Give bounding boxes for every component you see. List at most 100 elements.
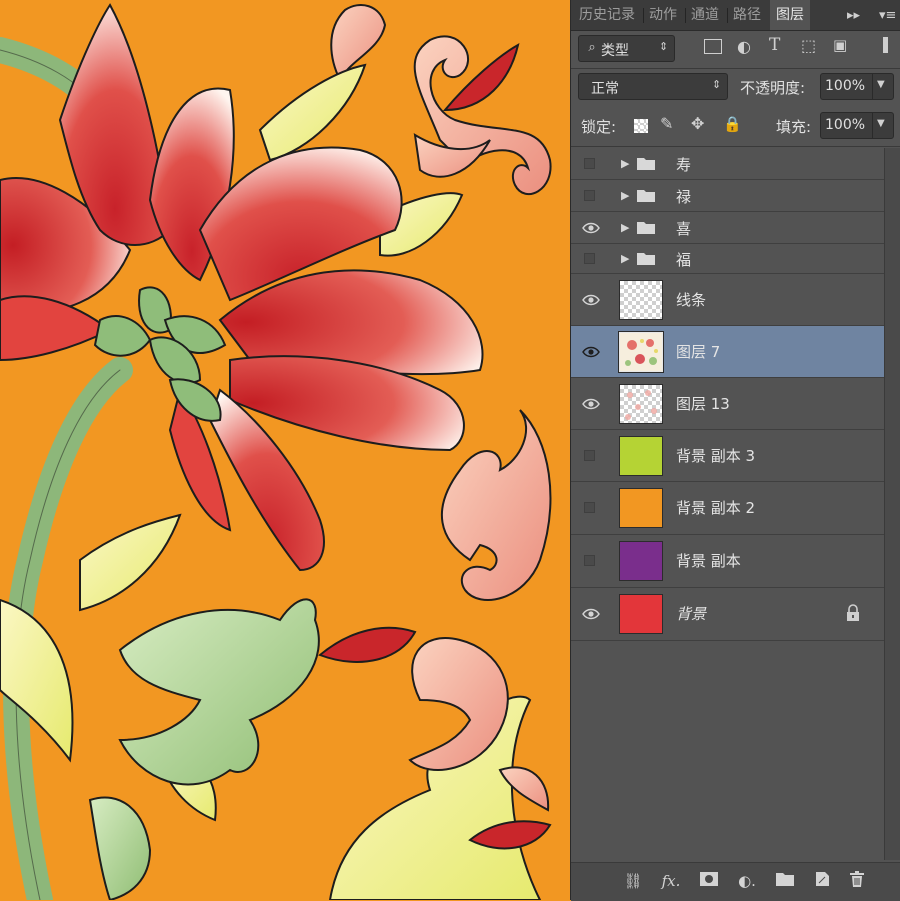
layer-name: 福 (676, 251, 692, 269)
layer-name: 禄 (676, 188, 692, 206)
layer-name: 图层 7 (676, 343, 721, 361)
fill-input[interactable]: 100% (820, 112, 873, 139)
fill-label: 填充: (776, 118, 812, 136)
artwork-thumbnail-icon (620, 333, 662, 371)
document-canvas[interactable] (0, 0, 570, 900)
disclosure-triangle-icon[interactable]: ▶ (621, 252, 629, 265)
fill-value: 100% (825, 117, 866, 133)
adjustment-icon[interactable]: ◐. (736, 871, 758, 891)
visibility-toggle[interactable] (582, 155, 600, 173)
opacity-dropdown-button[interactable]: ▼ (872, 73, 894, 100)
chevron-updown-icon: ⇕ (712, 78, 722, 91)
mask-icon[interactable] (698, 871, 720, 891)
lock-label: 锁定: (581, 118, 617, 136)
disclosure-triangle-icon[interactable]: ▶ (621, 157, 629, 170)
filter-kind-select[interactable]: ⌕ 类型 ⇕ (578, 35, 675, 62)
adjustment-filter-icon[interactable]: ◐ (737, 37, 751, 56)
lock-all-icon[interactable]: 🔒 (723, 115, 742, 133)
layer-row[interactable]: 背景 副本 (571, 535, 884, 588)
fill-dropdown-button[interactable]: ▼ (872, 112, 894, 139)
layer-thumbnail[interactable] (619, 384, 663, 424)
layer-row-background[interactable]: 背景 (571, 588, 884, 641)
visibility-toggle[interactable] (582, 447, 600, 465)
layer-group-row[interactable]: ▶ 喜 (571, 212, 884, 244)
lock-image-pixels-icon[interactable]: ✎ (660, 114, 673, 133)
blend-mode-select[interactable]: 正常 ⇕ (578, 73, 728, 100)
layer-row-selected[interactable]: 图层 7 (571, 326, 884, 378)
tab-paths[interactable]: 路径 (733, 0, 761, 30)
layers-scrollbar[interactable] (884, 148, 900, 860)
filter-toggle-icon[interactable] (883, 37, 891, 53)
tab-divider (727, 8, 728, 23)
panel-menu-icon[interactable]: ▾≡ (879, 0, 896, 31)
visibility-toggle[interactable] (582, 187, 600, 205)
eye-icon[interactable] (582, 395, 600, 413)
fx-icon[interactable]: fx. (660, 871, 682, 891)
layer-group-row[interactable]: ▶ 寿 (571, 148, 884, 180)
lock-position-icon[interactable]: ✥ (691, 114, 704, 133)
layer-thumbnail[interactable] (619, 280, 663, 320)
tab-layers[interactable]: 图层 (770, 0, 810, 30)
layer-thumbnail[interactable] (618, 331, 664, 373)
link-icon[interactable]: ⛓ (622, 871, 644, 891)
tab-history[interactable]: 历史记录 (579, 0, 635, 30)
search-icon: ⌕ (588, 40, 596, 55)
layer-group-row[interactable]: ▶ 禄 (571, 180, 884, 212)
layer-row[interactable]: 线条 (571, 274, 884, 326)
chevron-down-icon: ▼ (877, 118, 885, 129)
pink-scroll-middle (408, 409, 552, 812)
type-filter-icon[interactable]: T (769, 35, 780, 55)
filter-kind-label: 类型 (601, 43, 629, 59)
red-leaf-middle (318, 626, 417, 663)
layer-thumbnail[interactable] (619, 436, 663, 476)
smart-object-filter-icon[interactable]: ▣ (833, 36, 847, 54)
layer-group-row[interactable]: ▶ 福 (571, 244, 884, 274)
layer-name: 背景 副本 2 (676, 499, 756, 517)
floral-artwork (0, 3, 552, 900)
layer-row[interactable]: 图层 13 (571, 378, 884, 430)
layer-row[interactable]: 背景 副本 2 (571, 482, 884, 535)
blend-mode-value: 正常 (591, 81, 619, 97)
divider (571, 146, 900, 147)
layer-name: 线条 (676, 291, 707, 309)
new-layer-icon[interactable] (811, 871, 833, 891)
folder-icon (637, 221, 655, 234)
visibility-off-box (584, 450, 595, 461)
tab-channels[interactable]: 通道 (691, 0, 719, 30)
disclosure-triangle-icon[interactable]: ▶ (621, 221, 629, 234)
visibility-toggle[interactable] (582, 250, 600, 268)
folder-icon[interactable] (774, 871, 796, 891)
lock-icon (846, 604, 860, 622)
layer-thumbnail[interactable] (619, 488, 663, 528)
lock-row: 锁定: ✎ ✥ 🔒 填充: 100% ▼ (571, 108, 900, 146)
lock-transparent-pixels-icon[interactable] (634, 119, 648, 133)
tab-actions[interactable]: 动作 (649, 0, 677, 30)
visibility-toggle[interactable] (582, 499, 600, 517)
shape-filter-icon[interactable]: ⬚ (801, 36, 816, 55)
pattern-thumbnail-icon (625, 390, 657, 420)
eye-icon[interactable] (582, 291, 600, 309)
disclosure-triangle-icon[interactable]: ▶ (621, 189, 629, 202)
folder-icon (637, 157, 655, 170)
layers-panel: 历史记录 动作 通道 路径 图层 ▸▸ ▾≡ ⌕ 类型 ⇕ ◐ T ⬚ ▣ 正常… (570, 0, 900, 901)
visibility-off-box (584, 190, 595, 201)
layers-bottom-toolbar: ⛓ fx. ◐. (571, 862, 900, 901)
layer-thumbnail[interactable] (619, 594, 663, 634)
eye-icon[interactable] (582, 219, 600, 237)
layer-row[interactable]: 背景 副本 3 (571, 430, 884, 482)
panel-tab-bar: 历史记录 动作 通道 路径 图层 ▸▸ ▾≡ (571, 0, 900, 31)
green-calyx (93, 286, 227, 422)
expand-panels-icon[interactable]: ▸▸ (847, 0, 860, 31)
green-leaves (88, 598, 320, 900)
pixel-filter-icon[interactable] (704, 39, 722, 54)
folder-icon (637, 189, 655, 202)
layer-filter-row: ⌕ 类型 ⇕ ◐ T ⬚ ▣ (571, 31, 900, 69)
eye-icon[interactable] (582, 343, 600, 361)
visibility-toggle[interactable] (582, 552, 600, 570)
trash-icon[interactable] (846, 871, 868, 891)
layer-name: 背景 副本 3 (676, 447, 756, 465)
opacity-input[interactable]: 100% (820, 73, 873, 100)
layer-thumbnail[interactable] (619, 541, 663, 581)
visibility-off-box (584, 158, 595, 169)
eye-icon[interactable] (582, 605, 600, 623)
